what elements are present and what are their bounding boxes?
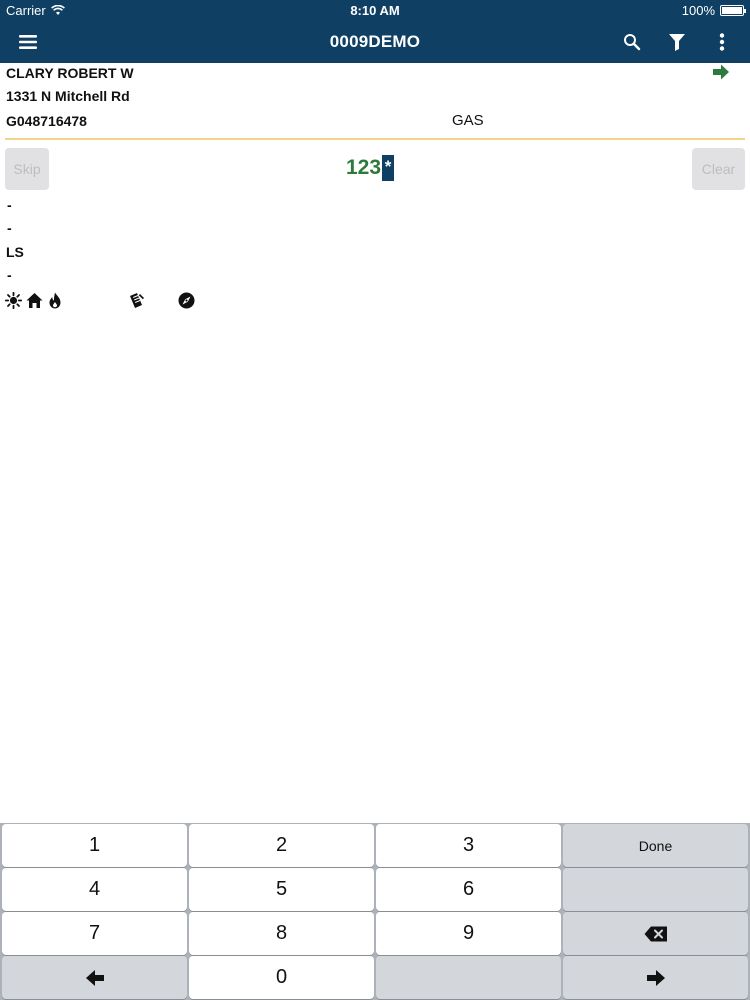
next-key[interactable] — [563, 956, 748, 999]
customer-name: CLARY ROBERT W — [6, 65, 134, 81]
reading-display[interactable]: 123 * — [346, 155, 395, 181]
service-type: GAS — [452, 112, 484, 129]
numeric-keyboard: 1 2 3 Done 4 5 6 7 8 9 0 — [0, 823, 750, 1000]
detail-line: - — [7, 267, 12, 283]
battery-icon — [720, 5, 746, 16]
next-arrow-icon[interactable] — [712, 63, 732, 83]
backspace-icon — [644, 926, 667, 941]
divider — [5, 138, 745, 140]
key-2[interactable]: 2 — [189, 824, 374, 867]
key-8[interactable]: 8 — [189, 912, 374, 955]
compass-icon[interactable] — [178, 292, 196, 310]
key-7[interactable]: 7 — [2, 912, 187, 955]
more-vertical-icon[interactable] — [708, 28, 736, 56]
arrow-left-icon — [85, 969, 104, 986]
note-icon[interactable] — [128, 292, 146, 310]
backspace-key[interactable] — [563, 912, 748, 955]
skip-button[interactable]: Skip — [5, 148, 49, 190]
prev-key[interactable] — [2, 956, 187, 999]
status-time: 8:10 AM — [350, 3, 400, 18]
input-cursor: * — [382, 155, 395, 181]
nav-bar: 0009DEMO — [0, 21, 750, 63]
detail-line: - — [7, 220, 12, 236]
key-5[interactable]: 5 — [189, 868, 374, 911]
blank-key — [563, 868, 748, 911]
search-icon[interactable] — [618, 28, 646, 56]
home-icon[interactable] — [26, 292, 44, 310]
account-number: G048716478 — [6, 113, 87, 129]
status-bar: Carrier 8:10 AM 100% — [0, 0, 750, 21]
reading-value: 123 — [346, 156, 382, 179]
filter-icon[interactable] — [663, 28, 691, 56]
arrow-right-icon — [646, 969, 665, 986]
detail-line: LS — [6, 244, 24, 260]
done-key[interactable]: Done — [563, 824, 748, 867]
clear-button[interactable]: Clear — [692, 148, 745, 190]
customer-address: 1331 N Mitchell Rd — [6, 88, 130, 104]
detail-line: - — [7, 197, 12, 213]
app-header: Carrier 8:10 AM 100% 0009DEMO — [0, 0, 750, 63]
battery-percent: 100% — [681, 3, 715, 18]
key-3[interactable]: 3 — [376, 824, 561, 867]
blank-key — [376, 956, 561, 999]
key-1[interactable]: 1 — [2, 824, 187, 867]
flame-icon[interactable] — [48, 292, 66, 310]
key-0[interactable]: 0 — [189, 956, 374, 999]
key-9[interactable]: 9 — [376, 912, 561, 955]
key-4[interactable]: 4 — [2, 868, 187, 911]
status-right: 100% — [681, 3, 746, 18]
sun-icon[interactable] — [4, 291, 23, 310]
key-6[interactable]: 6 — [376, 868, 561, 911]
